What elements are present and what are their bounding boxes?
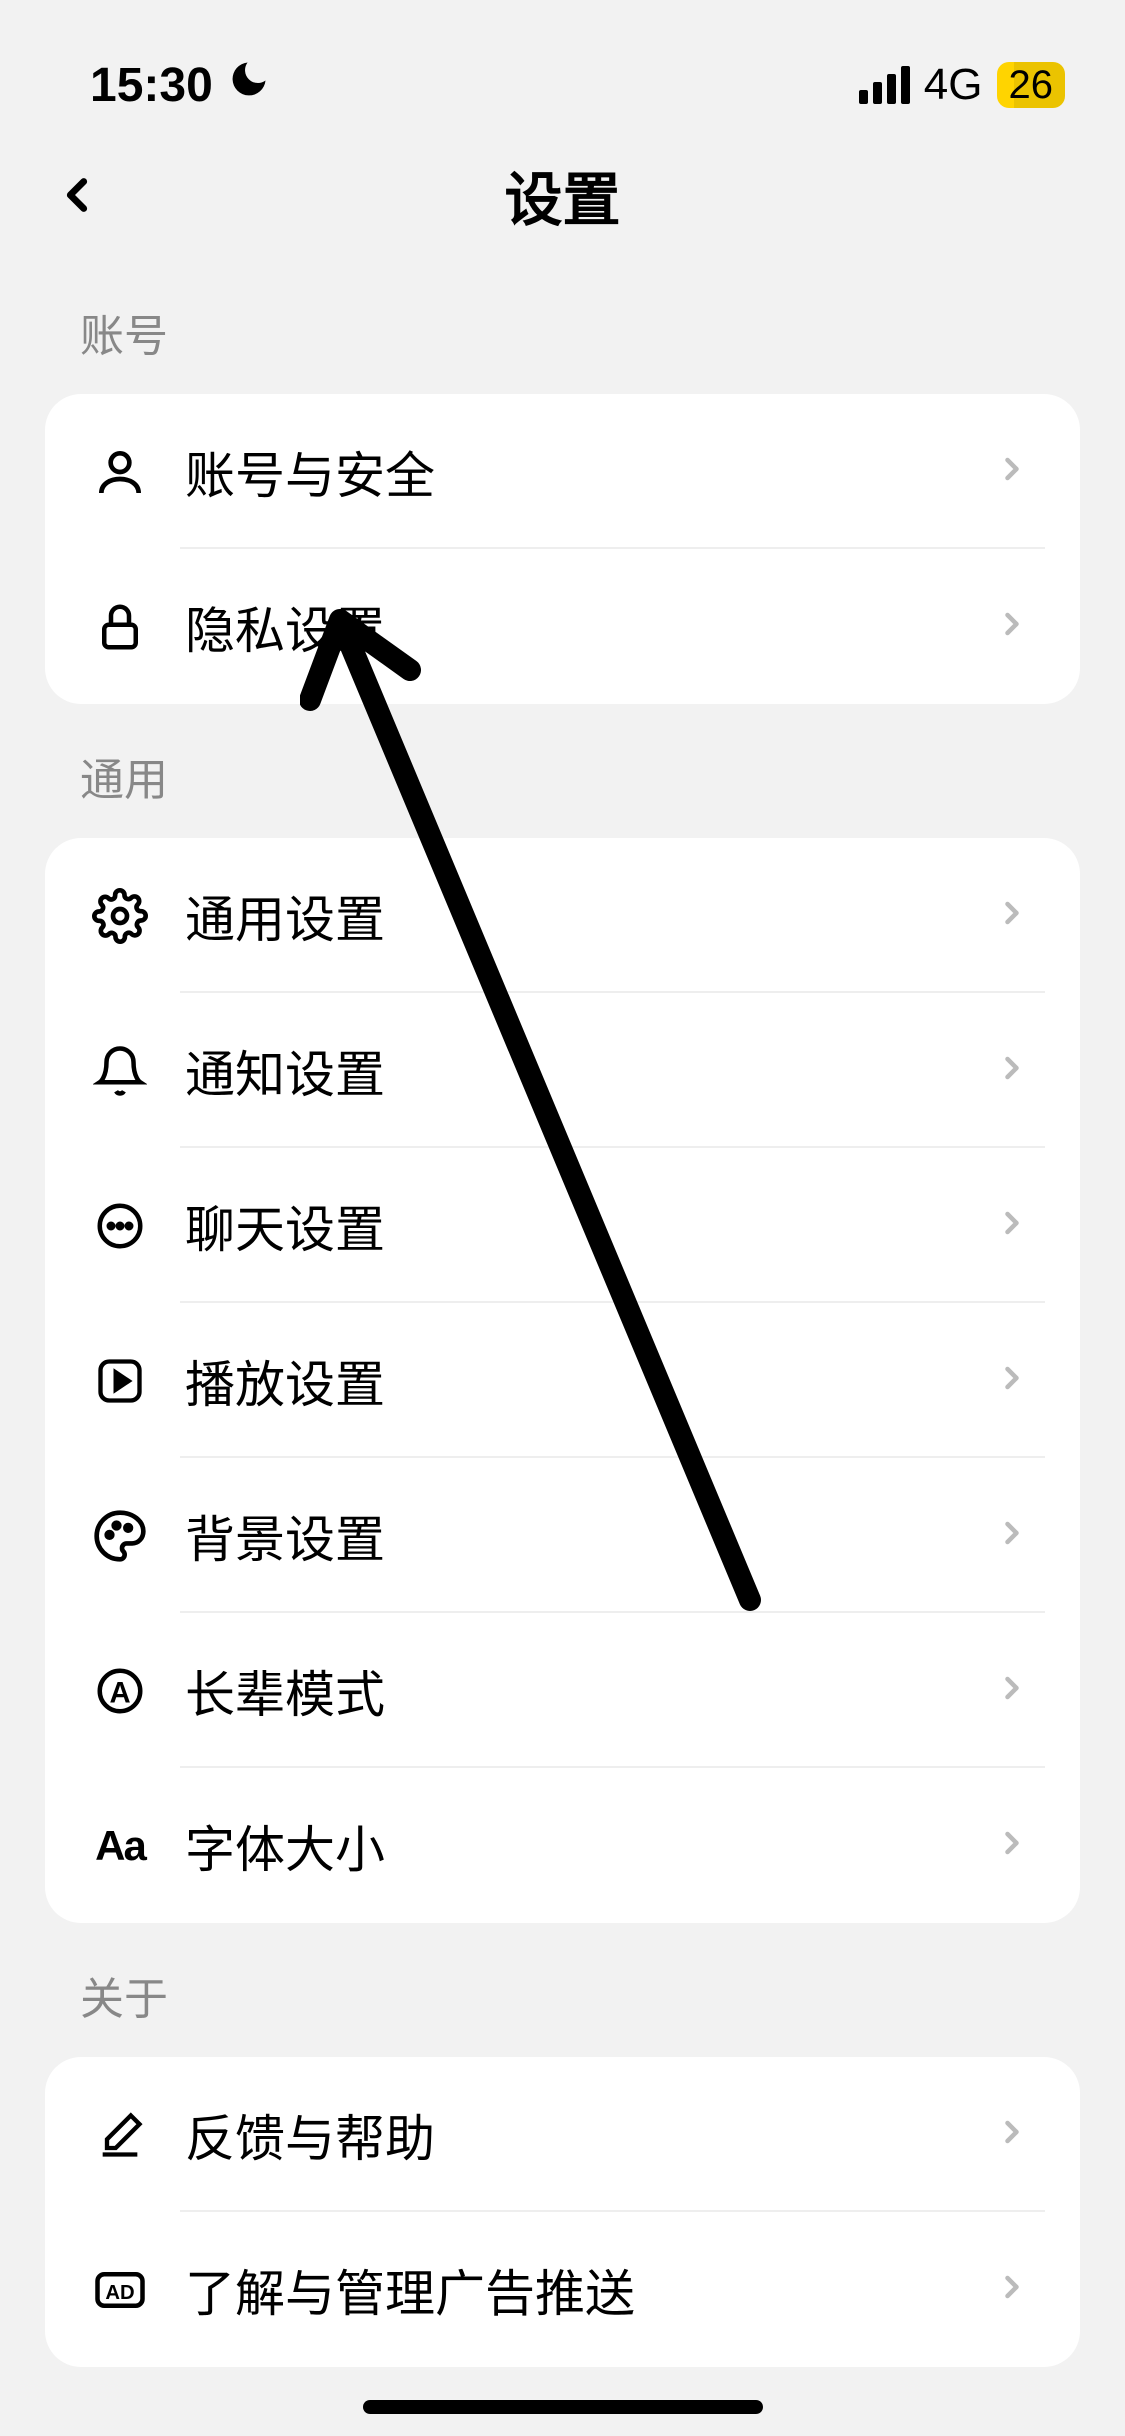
chevron-right-icon [994,2269,1030,2310]
ad-icon: AD [85,2255,155,2325]
row-label: 反馈与帮助 [185,2099,994,2171]
gear-icon [85,881,155,951]
bell-icon [85,1036,155,1106]
back-button[interactable] [50,168,104,222]
chevron-right-icon [994,1205,1030,1246]
row-background-settings[interactable]: 背景设置 [45,1458,1080,1613]
chat-icon [85,1191,155,1261]
section-header-account: 账号 [0,260,1125,394]
signal-icon [859,66,910,104]
row-ad-management[interactable]: AD 了解与管理广告推送 [45,2212,1080,2367]
row-label: 通知设置 [185,1035,994,1107]
group-account: 账号与安全 隐私设置 [45,394,1080,704]
page-title: 设置 [50,153,1075,237]
row-label: 长辈模式 [185,1655,994,1727]
chevron-left-icon [50,168,104,222]
row-general-settings[interactable]: 通用设置 [45,838,1080,993]
play-icon [85,1346,155,1416]
palette-icon [85,1501,155,1571]
font-icon: Aa [85,1811,155,1881]
row-label: 播放设置 [185,1345,994,1417]
svg-text:A: A [109,1677,130,1709]
user-icon [85,437,155,507]
feedback-icon [85,2100,155,2170]
chevron-right-icon [994,1825,1030,1866]
row-label: 字体大小 [185,1810,994,1882]
group-about: 反馈与帮助 AD 了解与管理广告推送 [45,2057,1080,2367]
row-privacy-settings[interactable]: 隐私设置 [45,549,1080,704]
row-label: 背景设置 [185,1500,994,1572]
row-playback-settings[interactable]: 播放设置 [45,1303,1080,1458]
chevron-right-icon [994,1360,1030,1401]
svg-text:AD: AD [105,2282,134,2304]
row-feedback-help[interactable]: 反馈与帮助 [45,2057,1080,2212]
elder-icon: A [85,1656,155,1726]
home-indicator[interactable] [363,2400,763,2414]
chevron-right-icon [994,895,1030,936]
row-font-size[interactable]: Aa 字体大小 [45,1768,1080,1923]
status-left: 15:30 [90,57,271,113]
battery-icon: 26 [997,62,1066,108]
status-time: 15:30 [90,58,213,113]
chevron-right-icon [994,1515,1030,1556]
dnd-moon-icon [227,57,271,113]
row-label: 通用设置 [185,880,994,952]
row-account-security[interactable]: 账号与安全 [45,394,1080,549]
status-right: 4G 26 [859,60,1065,110]
chevron-right-icon [994,2114,1030,2155]
network-type: 4G [924,60,983,110]
row-label: 隐私设置 [185,591,994,663]
group-general: 通用设置 通知设置 聊天设置 播放设置 [45,838,1080,1923]
row-label: 了解与管理广告推送 [185,2254,994,2326]
chevron-right-icon [994,1670,1030,1711]
row-elder-mode[interactable]: A 长辈模式 [45,1613,1080,1768]
section-header-general: 通用 [0,704,1125,838]
status-bar: 15:30 4G 26 [0,0,1125,130]
row-notification-settings[interactable]: 通知设置 [45,993,1080,1148]
nav-bar: 设置 [0,130,1125,260]
chevron-right-icon [994,451,1030,492]
section-header-about: 关于 [0,1923,1125,2057]
row-label: 聊天设置 [185,1190,994,1262]
chevron-right-icon [994,1050,1030,1091]
chevron-right-icon [994,606,1030,647]
lock-icon [85,592,155,662]
row-chat-settings[interactable]: 聊天设置 [45,1148,1080,1303]
row-label: 账号与安全 [185,436,994,508]
